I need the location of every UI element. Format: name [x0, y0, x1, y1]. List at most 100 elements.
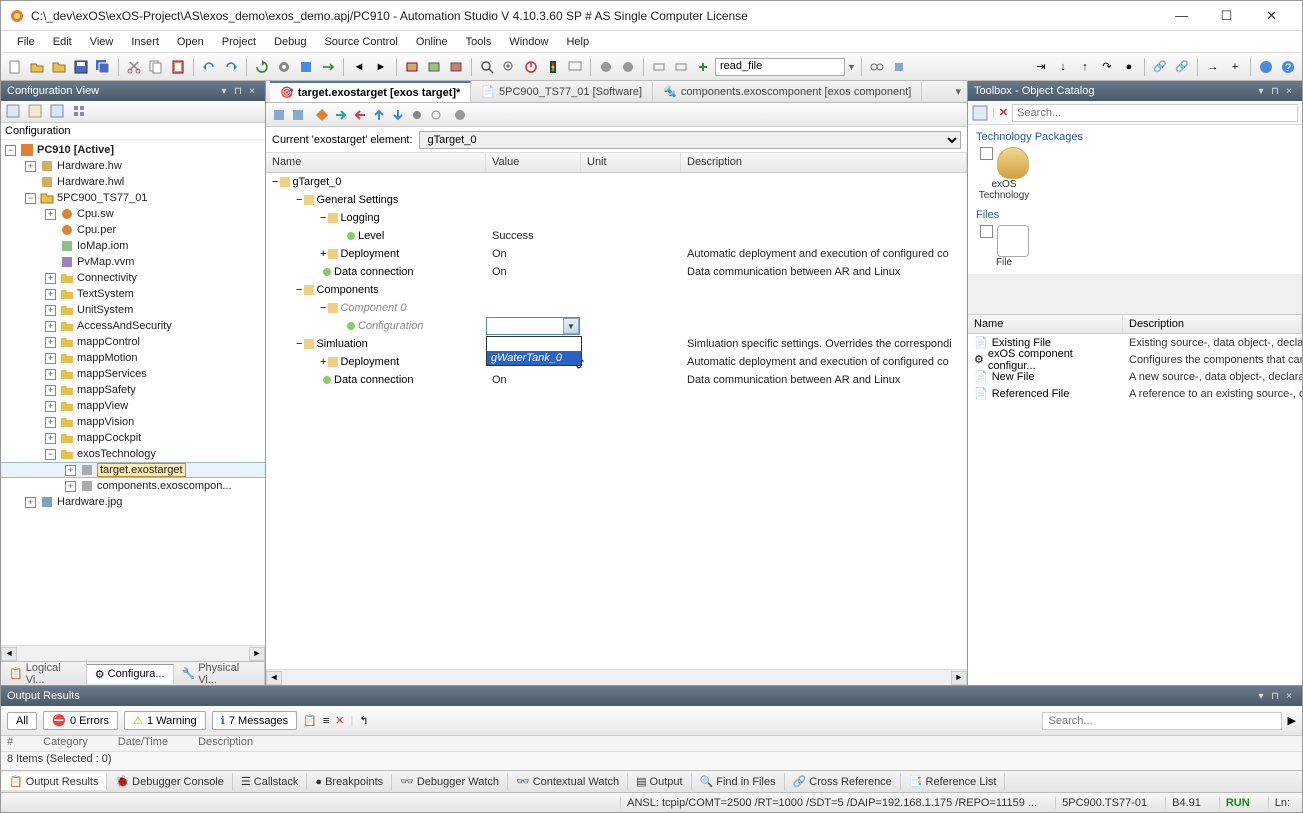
stab-xref[interactable]: 🔗Cross Reference	[785, 773, 901, 790]
stab-cwatch[interactable]: 👓Contextual Watch	[508, 773, 628, 790]
gear2-icon[interactable]	[596, 57, 616, 77]
out-tool3-icon[interactable]: ↰	[359, 714, 368, 727]
menu-sourcecontrol[interactable]: Source Control	[316, 34, 405, 50]
gear-icon[interactable]	[274, 57, 294, 77]
step-over-icon[interactable]: ↷	[1097, 57, 1117, 77]
pin-icon[interactable]: ▾	[1254, 86, 1268, 97]
tab-components[interactable]: 🔩components.exoscomponent [exos componen…	[653, 82, 922, 101]
plus2-icon[interactable]: +	[1225, 57, 1245, 77]
tree-item[interactable]: mappSafety	[77, 384, 136, 396]
tree-item[interactable]: mappVision	[77, 416, 134, 428]
tree-item-selected[interactable]: target.exostarget	[97, 463, 186, 477]
stab-dwatch[interactable]: 👓Debugger Watch	[392, 773, 508, 790]
menu-edit[interactable]: Edit	[45, 34, 80, 50]
break-icon[interactable]: ●	[1119, 57, 1139, 77]
box-icon[interactable]	[402, 57, 422, 77]
glasses-icon[interactable]	[867, 57, 887, 77]
delete-icon[interactable]: ✕	[999, 106, 1008, 119]
file-row[interactable]: 📄New FileA new source-, data object-, de…	[968, 368, 1302, 385]
output-search-input[interactable]	[1042, 712, 1282, 730]
menu-window[interactable]: Window	[501, 34, 556, 50]
doc-tool1-icon[interactable]	[272, 108, 286, 122]
search-go-icon[interactable]: ▶	[1288, 714, 1296, 727]
tree-item[interactable]: mappView	[77, 400, 128, 412]
open-icon[interactable]	[27, 57, 47, 77]
tree-item[interactable]: mappServices	[77, 368, 147, 380]
box3-icon[interactable]	[446, 57, 466, 77]
link2-icon[interactable]: 🔗	[1172, 57, 1192, 77]
doc-circle-icon[interactable]	[410, 108, 424, 122]
doc-up-icon[interactable]	[372, 108, 386, 122]
zoom-icon[interactable]	[499, 57, 519, 77]
view3-icon[interactable]	[49, 103, 67, 121]
tree-item[interactable]: Cpu.per	[77, 224, 116, 236]
cut-icon[interactable]	[124, 57, 144, 77]
col-name[interactable]: Name	[266, 153, 486, 172]
doc-arrow-red-icon[interactable]	[353, 108, 367, 122]
tab-physical[interactable]: 🔧Physical Vi...	[174, 659, 265, 689]
menu-insert[interactable]: Insert	[123, 34, 167, 50]
file-item[interactable]: File	[976, 225, 1032, 268]
checkbox[interactable]	[980, 225, 993, 238]
catalog-icon[interactable]	[972, 105, 988, 121]
col-unit[interactable]: Unit	[581, 153, 681, 172]
folder-icon[interactable]	[49, 57, 69, 77]
tree-item[interactable]: Hardware.hw	[57, 160, 122, 172]
filter-messages[interactable]: ℹ7 Messages	[212, 711, 298, 730]
chevron-down-icon[interactable]: ▼	[563, 318, 579, 334]
menu-tools[interactable]: Tools	[458, 34, 500, 50]
stab-reflist[interactable]: 📑Reference List	[901, 773, 1006, 790]
grid-hscroll[interactable]: ◄►	[266, 669, 967, 685]
transfer-icon[interactable]	[318, 57, 338, 77]
tree-root[interactable]: PC910 [Active]	[37, 144, 114, 156]
stab-find[interactable]: 🔍Find in Files	[692, 773, 785, 790]
maximize-button[interactable]: ☐	[1204, 2, 1249, 30]
step-into-icon[interactable]: ↓	[1053, 57, 1073, 77]
exos-tech-item[interactable]: exOS Technology	[976, 147, 1032, 201]
rect-icon[interactable]	[649, 57, 669, 77]
arrow-icon[interactable]: →	[1203, 57, 1223, 77]
step-out-icon[interactable]: ↑	[1075, 57, 1095, 77]
filter-all[interactable]: All	[7, 712, 37, 730]
config-tree[interactable]: −PC910 [Active] +Hardware.hw Hardware.hw…	[1, 140, 265, 645]
grid-body[interactable]: −gTarget_0 −General Settings −Logging Le…	[266, 173, 967, 669]
step-icon[interactable]: ⇥	[1031, 57, 1051, 77]
search-icon[interactable]	[477, 57, 497, 77]
tree-item[interactable]: mappControl	[77, 336, 140, 348]
copy-icon[interactable]	[146, 57, 166, 77]
tree-item[interactable]: UnitSystem	[77, 304, 133, 316]
stab-debugger[interactable]: 🐞Debugger Console	[107, 773, 232, 790]
doc-diamond-icon[interactable]	[315, 108, 329, 122]
tree-item[interactable]: 5PC900_TS77_01	[57, 192, 148, 204]
current-element-select[interactable]: gTarget_0	[419, 131, 961, 149]
menu-view[interactable]: View	[82, 34, 122, 50]
menu-project[interactable]: Project	[214, 34, 264, 50]
fl-col-name[interactable]: Name	[968, 315, 1123, 333]
paste-icon[interactable]	[168, 57, 188, 77]
box2-icon[interactable]	[424, 57, 444, 77]
filter-warnings[interactable]: ⚠1 Warning	[124, 711, 206, 730]
tree-item[interactable]: Hardware.jpg	[57, 496, 122, 508]
save-icon[interactable]	[71, 57, 91, 77]
doc-tool2-icon[interactable]	[291, 108, 305, 122]
out-tool1-icon[interactable]: 📋	[303, 714, 317, 727]
checkbox[interactable]	[980, 147, 993, 160]
nav-fwd-icon[interactable]: ►	[371, 57, 391, 77]
menu-file[interactable]: File	[9, 34, 43, 50]
tree-item[interactable]: AccessAndSecurity	[77, 320, 172, 332]
nav-back-icon[interactable]: ◄	[349, 57, 369, 77]
close-icon[interactable]: ×	[245, 86, 259, 97]
configuration-dropdown[interactable]: ▼ gWaterTank_0	[486, 317, 580, 335]
stab-breakpoints[interactable]: ●Breakpoints	[307, 774, 392, 790]
toolbox-search-input[interactable]	[1012, 104, 1298, 122]
menu-help[interactable]: Help	[558, 34, 597, 50]
menu-open[interactable]: Open	[169, 34, 212, 50]
new-icon[interactable]	[5, 57, 25, 77]
doc-gear-icon[interactable]	[453, 108, 467, 122]
tree-item[interactable]: PvMap.vvm	[77, 256, 134, 268]
build-icon[interactable]	[296, 57, 316, 77]
menu-online[interactable]: Online	[408, 34, 456, 50]
power-icon[interactable]	[521, 57, 541, 77]
stab-output[interactable]: 📋Output Results	[1, 773, 107, 790]
col-value[interactable]: Value	[486, 153, 581, 172]
